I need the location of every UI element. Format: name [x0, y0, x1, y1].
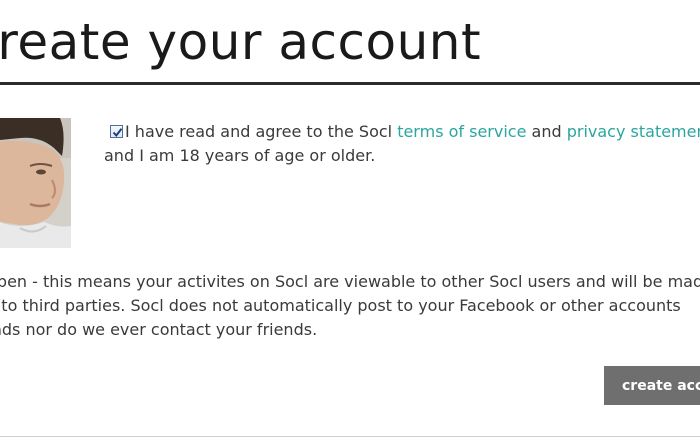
page-title: Create your account: [0, 13, 482, 71]
checkmark-icon: [112, 128, 123, 138]
privacy-notice-line: available to third parties. Socl does no…: [0, 296, 681, 315]
privacy-statement-link[interactable]: privacy statement: [567, 122, 700, 141]
privacy-notice-line: as friends nor do we ever contact your f…: [0, 320, 318, 339]
terms-checkbox[interactable]: [110, 125, 123, 138]
profile-photo: [0, 118, 71, 248]
bottom-divider: [0, 436, 700, 437]
agreement-text: I have read and agree to the Socl: [125, 122, 398, 141]
title-divider: [0, 82, 700, 85]
agreement-and-text: and: [526, 122, 567, 141]
privacy-notice-line: Socl is open - this means your activites…: [0, 272, 700, 291]
terms-agreement: I have read and agree to the Socl terms …: [104, 120, 700, 168]
age-confirmation-text: and I am 18 years of age or older.: [104, 146, 376, 165]
create-account-page: Create your account I have read and agre…: [0, 0, 700, 438]
create-account-button[interactable]: create account: [604, 366, 700, 405]
terms-of-service-link[interactable]: terms of service: [397, 122, 526, 141]
privacy-notice: Socl is open - this means your activites…: [0, 270, 700, 342]
